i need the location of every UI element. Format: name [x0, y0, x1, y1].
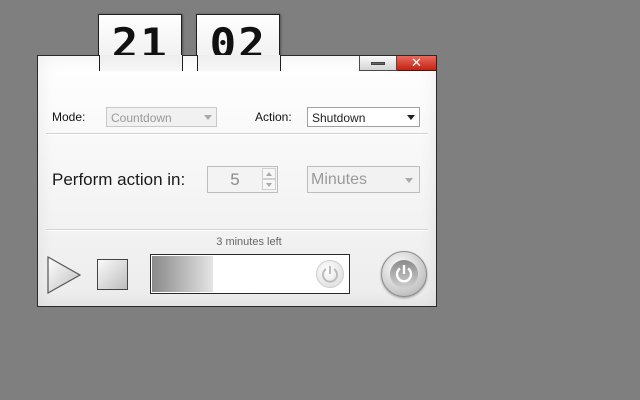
action-label: Action: [255, 110, 292, 124]
close-button[interactable]: ✕ [397, 56, 437, 71]
action-select[interactable]: Shutdown [307, 107, 420, 127]
progress-power-icon [316, 260, 344, 288]
play-icon [47, 255, 82, 295]
countdown-progress-bar [150, 254, 350, 294]
unit-select[interactable]: Minutes [307, 166, 420, 193]
divider [46, 133, 428, 134]
chevron-down-icon [405, 178, 413, 183]
mode-label: Mode: [52, 110, 86, 124]
mode-value: Countdown [111, 111, 172, 125]
unit-value: Minutes [311, 171, 368, 188]
divider [46, 229, 428, 230]
amount-stepper[interactable]: 5 [207, 166, 278, 193]
stepper-up-button[interactable] [262, 168, 276, 179]
action-value: Shutdown [312, 111, 366, 125]
power-icon [390, 260, 418, 288]
window-controls: ✕ [359, 56, 437, 71]
close-icon: ✕ [411, 55, 422, 70]
stop-button[interactable] [97, 259, 128, 290]
time-left-status: 3 minutes left [216, 236, 282, 248]
minimize-icon [371, 61, 385, 65]
play-button[interactable] [46, 255, 82, 295]
minimize-button[interactable] [359, 56, 397, 71]
stepper-down-button[interactable] [262, 179, 276, 190]
progress-fill [152, 256, 214, 292]
shutdown-timer-window: ✕ Mode: Countdown Action: Shutdown Perfo… [37, 55, 437, 307]
mode-select[interactable]: Countdown [106, 107, 217, 127]
chevron-down-icon [407, 115, 415, 120]
power-button[interactable] [381, 251, 427, 297]
amount-value: 5 [230, 170, 240, 189]
perform-action-label: Perform action in: [52, 170, 186, 189]
chevron-down-icon [204, 115, 212, 120]
